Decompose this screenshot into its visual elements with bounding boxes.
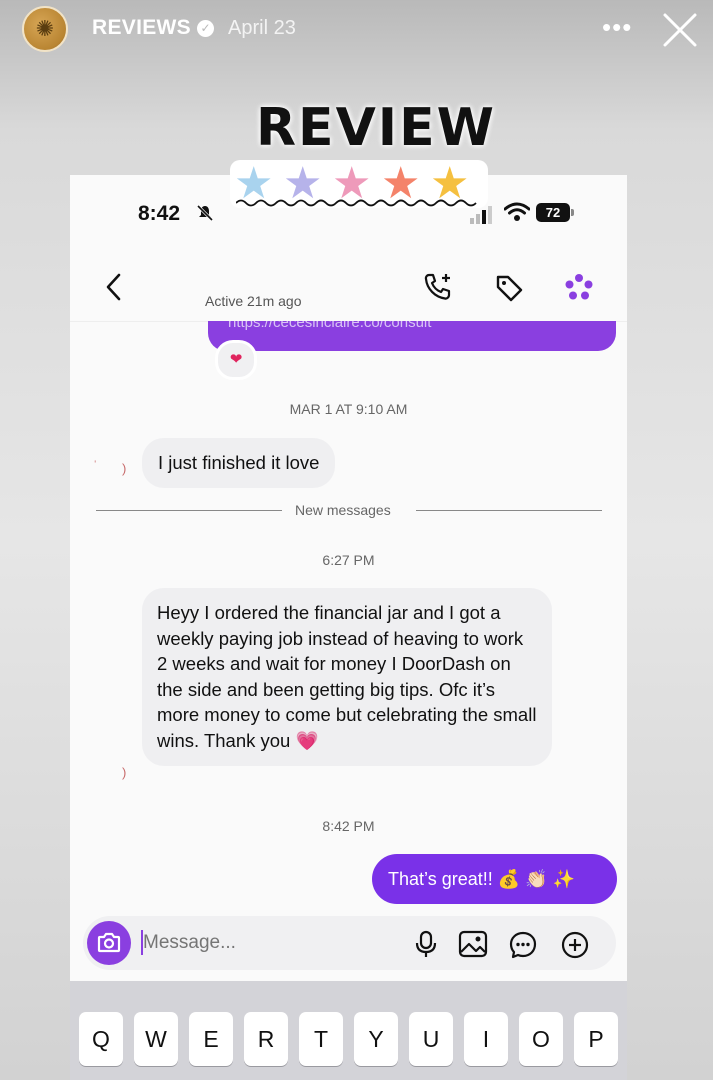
outgoing-message[interactable]: That’s great!! 💰 👏🏻 ✨ xyxy=(372,854,617,904)
status-time: 8:42 xyxy=(138,202,181,225)
more-options-icon[interactable]: ••• xyxy=(602,12,632,43)
account-name[interactable]: REVIEWS xyxy=(92,16,191,40)
timestamp: 6:27 PM xyxy=(322,552,375,568)
add-call-icon[interactable] xyxy=(422,271,454,303)
review-sticker: REVIEW ★ ★ ★ ★ ★ xyxy=(224,98,494,218)
account-avatar[interactable] xyxy=(22,6,68,52)
timestamp: 8:42 PM xyxy=(322,818,375,834)
key[interactable]: W xyxy=(134,1012,178,1066)
link-text[interactable]: https://cecesinclaire.co/consult xyxy=(228,321,431,331)
key[interactable]: E xyxy=(189,1012,233,1066)
new-messages-divider: New messages xyxy=(96,500,602,520)
theme-flower-icon[interactable] xyxy=(562,271,596,305)
key[interactable]: I xyxy=(464,1012,508,1066)
key[interactable]: Y xyxy=(354,1012,398,1066)
key[interactable]: O xyxy=(519,1012,563,1066)
microphone-icon[interactable] xyxy=(414,930,438,958)
story-header: REVIEWS ✓ April 23 ••• xyxy=(0,0,713,70)
key[interactable]: R xyxy=(244,1012,288,1066)
camera-icon xyxy=(97,932,121,953)
gallery-icon[interactable] xyxy=(458,930,488,958)
divider-line xyxy=(416,510,602,511)
silent-bell-icon xyxy=(197,205,213,221)
sender-avatar: ) xyxy=(122,461,127,476)
incoming-message[interactable]: Heyy I ordered the financial jar and I g… xyxy=(142,588,552,766)
back-arrow-icon[interactable] xyxy=(104,272,124,302)
incoming-message[interactable]: I just finished it love xyxy=(142,438,336,488)
sender-avatar: ) xyxy=(122,765,127,780)
sender-avatar: ˈ xyxy=(93,458,98,473)
key[interactable]: T xyxy=(299,1012,343,1066)
link-message-bubble[interactable]: https://cecesinclaire.co/consult xyxy=(208,321,616,351)
wavy-underline xyxy=(236,199,477,207)
keyboard: Q W E R T Y U I O P xyxy=(70,981,627,1080)
sticker-chat-icon[interactable] xyxy=(508,930,538,960)
dm-screenshot: 8:42 72 Active 21m ago https://cecesincl… xyxy=(70,175,627,1080)
wifi-icon xyxy=(504,202,530,221)
divider-line xyxy=(96,510,282,511)
new-messages-label: New messages xyxy=(295,502,391,518)
tag-icon[interactable] xyxy=(494,273,524,303)
timestamp: MAR 1 AT 9:10 AM xyxy=(289,401,408,417)
battery-indicator: 72 xyxy=(536,203,574,222)
key[interactable]: Q xyxy=(79,1012,123,1066)
verified-badge-icon: ✓ xyxy=(197,20,214,37)
message-input[interactable] xyxy=(143,932,383,954)
active-status: Active 21m ago xyxy=(205,293,302,309)
camera-button[interactable] xyxy=(87,921,131,965)
heart-reaction[interactable]: ❤ xyxy=(215,340,257,380)
key[interactable]: U xyxy=(409,1012,453,1066)
close-icon[interactable] xyxy=(662,10,698,50)
message-composer xyxy=(83,916,616,970)
key[interactable]: P xyxy=(574,1012,618,1066)
story-date: April 23 xyxy=(228,17,296,39)
star-rating: ★ ★ ★ ★ ★ xyxy=(230,160,488,208)
add-icon[interactable] xyxy=(560,930,590,960)
sticker-title: REVIEW xyxy=(256,98,497,158)
